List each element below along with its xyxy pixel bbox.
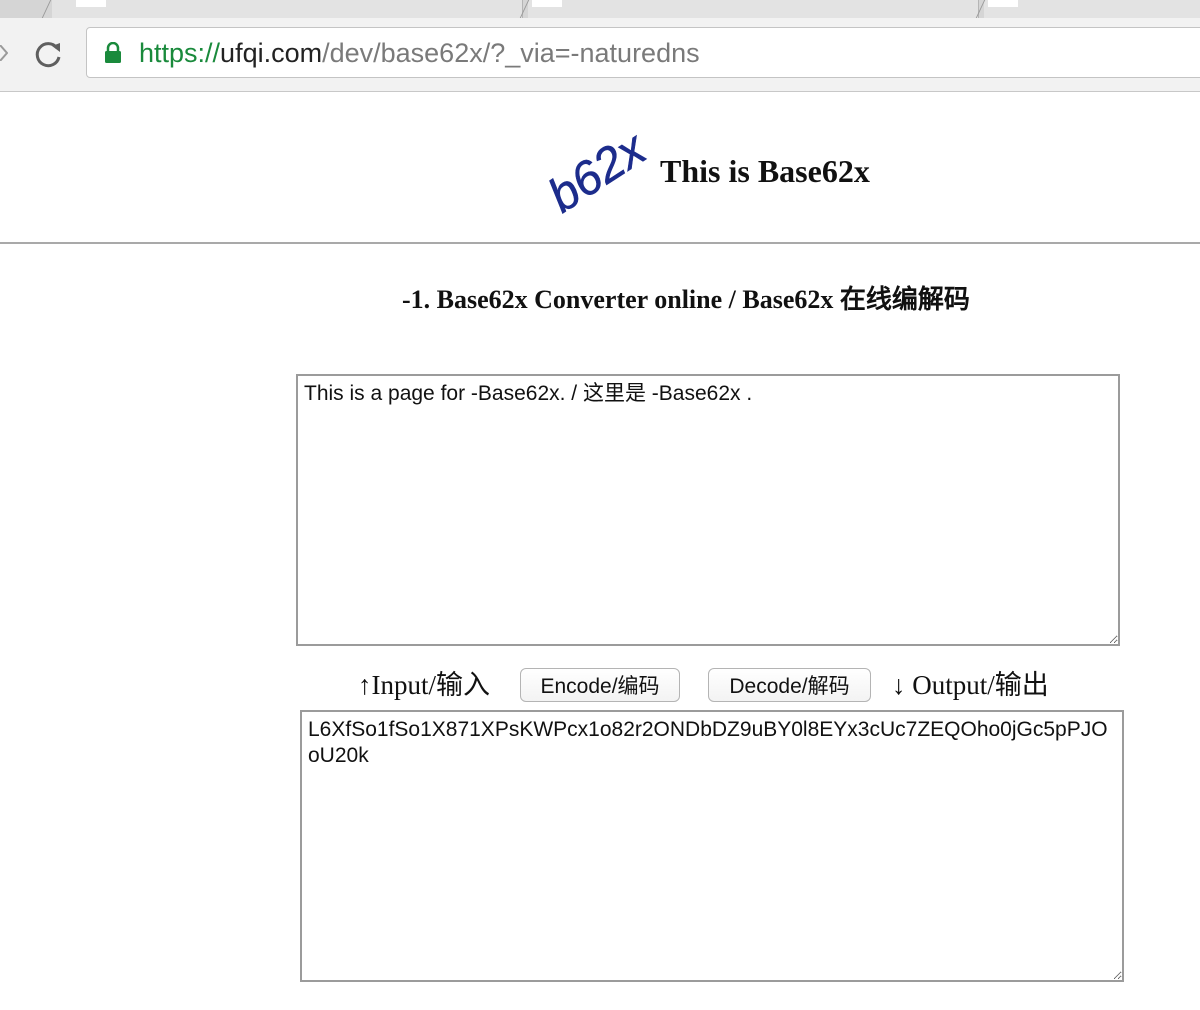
lock-icon bbox=[105, 42, 121, 63]
address-bar[interactable]: https://ufqi.com/dev/base62x/?_via=-natu… bbox=[86, 27, 1200, 78]
browser-tab[interactable] bbox=[984, 0, 1200, 18]
browser-tab[interactable] bbox=[528, 0, 979, 18]
browser-toolbar: https://ufqi.com/dev/base62x/?_via=-natu… bbox=[0, 18, 1200, 92]
tab-favicon-icon bbox=[988, 0, 1018, 7]
browser-tab[interactable] bbox=[52, 0, 523, 18]
encode-button[interactable]: Encode/编码 bbox=[520, 668, 680, 702]
page-header: b62x This is Base62x bbox=[0, 92, 1200, 244]
decode-button[interactable]: Decode/解码 bbox=[708, 668, 871, 702]
reload-icon[interactable] bbox=[30, 37, 66, 73]
page-title: This is Base62x bbox=[660, 153, 870, 189]
back-arrow-icon[interactable] bbox=[0, 45, 8, 61]
section-title: -1. Base62x Converter online / Base62x 在… bbox=[402, 285, 970, 314]
output-textarea[interactable]: L6XfSo1fSo1X871XPsKWPcx1o82r2ONDbDZ9uBY0… bbox=[300, 710, 1124, 982]
browser-tab-strip bbox=[0, 0, 1200, 18]
tab-divider bbox=[41, 0, 52, 18]
url-scheme: https:// bbox=[139, 38, 221, 68]
url-text[interactable]: https://ufqi.com/dev/base62x/?_via=-natu… bbox=[139, 38, 700, 68]
url-path: /dev/base62x/?_via=-naturedns bbox=[322, 38, 700, 68]
logo-text: b62x bbox=[548, 132, 657, 222]
input-textarea[interactable]: This is a page for -Base62x. / 这里是 -Base… bbox=[296, 374, 1120, 646]
output-label: ↓ Output/输出 bbox=[892, 670, 1049, 700]
url-host: ufqi.com bbox=[220, 38, 323, 68]
input-label: ↑Input/输入 bbox=[358, 670, 490, 700]
tab-favicon-icon bbox=[532, 0, 562, 7]
b62x-logo: b62x bbox=[548, 132, 657, 222]
tab-favicon-icon bbox=[76, 0, 106, 7]
